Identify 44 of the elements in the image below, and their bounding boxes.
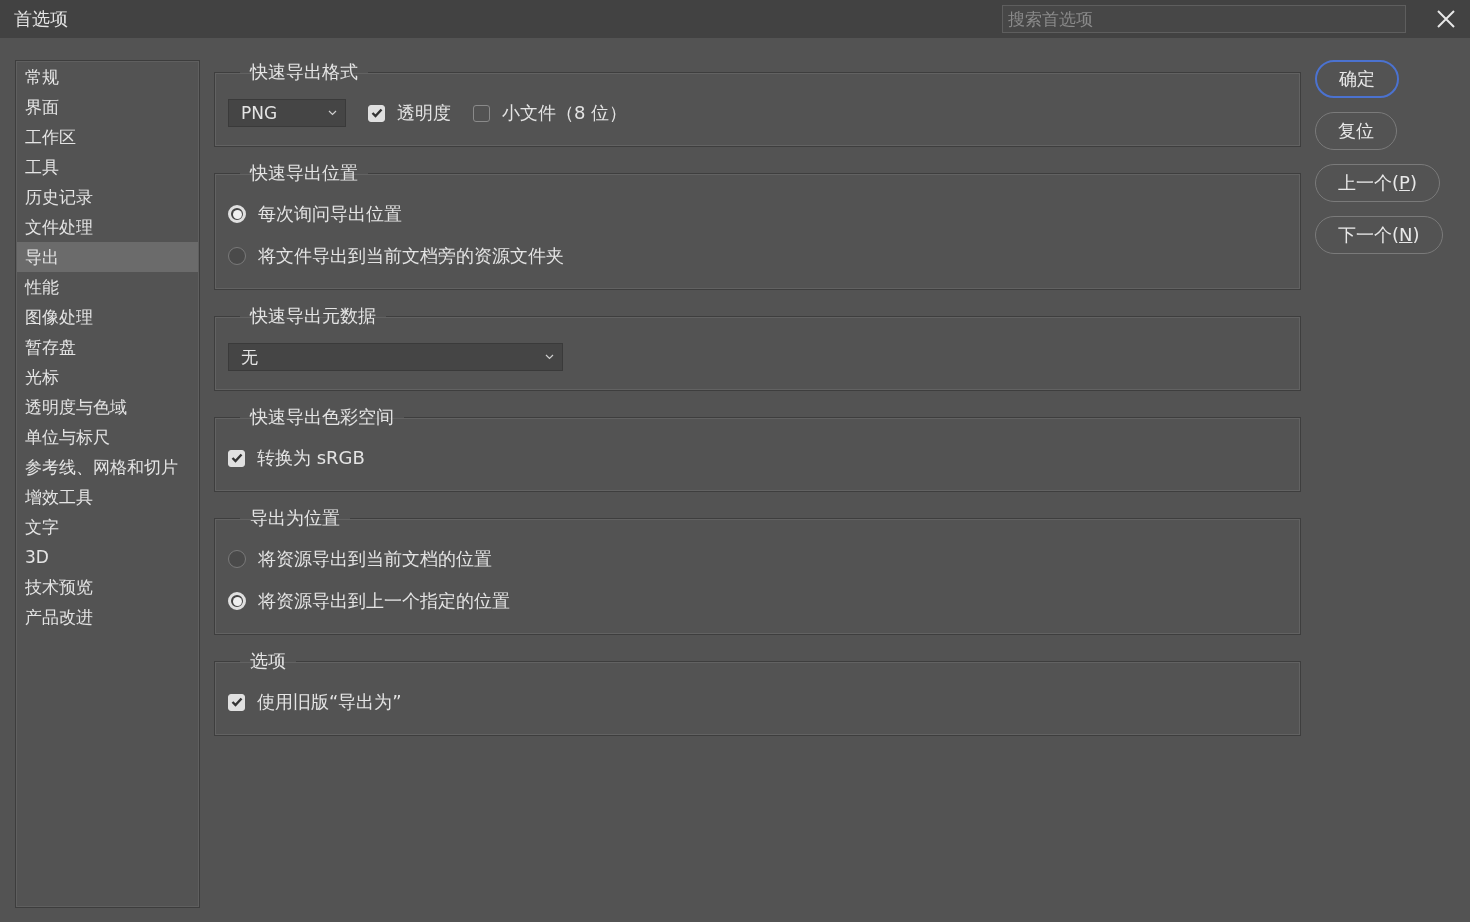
- sidebar-item[interactable]: 常规: [17, 62, 198, 92]
- chevron-down-icon: [545, 354, 554, 360]
- sidebar-item[interactable]: 产品改进: [17, 602, 198, 632]
- radio-button[interactable]: [228, 247, 246, 265]
- sidebar-item[interactable]: 文字: [17, 512, 198, 542]
- checkbox[interactable]: [473, 104, 490, 122]
- search-field[interactable]: 搜索首选项: [1002, 5, 1406, 33]
- sidebar-item[interactable]: 历史记录: [17, 182, 198, 212]
- sidebar-item[interactable]: 图像处理: [17, 302, 198, 332]
- dialog-button[interactable]: 确定: [1315, 60, 1399, 98]
- radio-label: 将资源导出到当前文档的位置: [258, 547, 492, 571]
- sidebar-item[interactable]: 光标: [17, 362, 198, 392]
- sidebar-item[interactable]: 增效工具: [17, 482, 198, 512]
- checkbox-label: 使用旧版“导出为”: [257, 690, 402, 714]
- checkbox-label: 透明度: [397, 101, 451, 125]
- sidebar-item[interactable]: 透明度与色域: [17, 392, 198, 422]
- sidebar-item[interactable]: 文件处理: [17, 212, 198, 242]
- window-title: 首选项: [14, 7, 69, 31]
- sidebar-item[interactable]: 性能: [17, 272, 198, 302]
- section-title: 快速导出位置: [248, 161, 359, 185]
- radio-label: 每次询问导出位置: [258, 202, 402, 226]
- sidebar-item[interactable]: 工作区: [17, 122, 198, 152]
- sidebar-item[interactable]: 3D: [17, 542, 198, 572]
- section-title: 选项: [249, 649, 287, 673]
- section-title: 快速导出格式: [248, 60, 359, 84]
- chevron-down-icon: [328, 110, 337, 116]
- sidebar-item[interactable]: 技术预览: [17, 572, 198, 602]
- section-title: 快速导出色彩空间: [248, 405, 395, 429]
- checkbox-label: 小文件（8 位）: [502, 101, 628, 125]
- radio-label: 将文件导出到当前文档旁的资源文件夹: [258, 244, 564, 268]
- sidebar-item[interactable]: 导出: [17, 242, 198, 272]
- sidebar-item[interactable]: 工具: [17, 152, 198, 182]
- dropdown[interactable]: 无: [228, 343, 563, 371]
- sidebar-item[interactable]: 参考线、网格和切片: [17, 452, 198, 482]
- radio-button[interactable]: [228, 550, 246, 568]
- section-title: 导出为位置: [249, 506, 341, 530]
- close-icon[interactable]: [1436, 9, 1456, 29]
- sidebar-item[interactable]: 暂存盘: [17, 332, 198, 362]
- sidebar-item[interactable]: 界面: [17, 92, 198, 122]
- checkbox-label: 转换为 sRGB: [257, 446, 365, 470]
- radio-label: 将资源导出到上一个指定的位置: [258, 589, 510, 613]
- sidebar-item[interactable]: 单位与标尺: [17, 422, 198, 452]
- section-title: 快速导出元数据: [248, 304, 377, 328]
- dropdown[interactable]: PNG: [228, 99, 346, 127]
